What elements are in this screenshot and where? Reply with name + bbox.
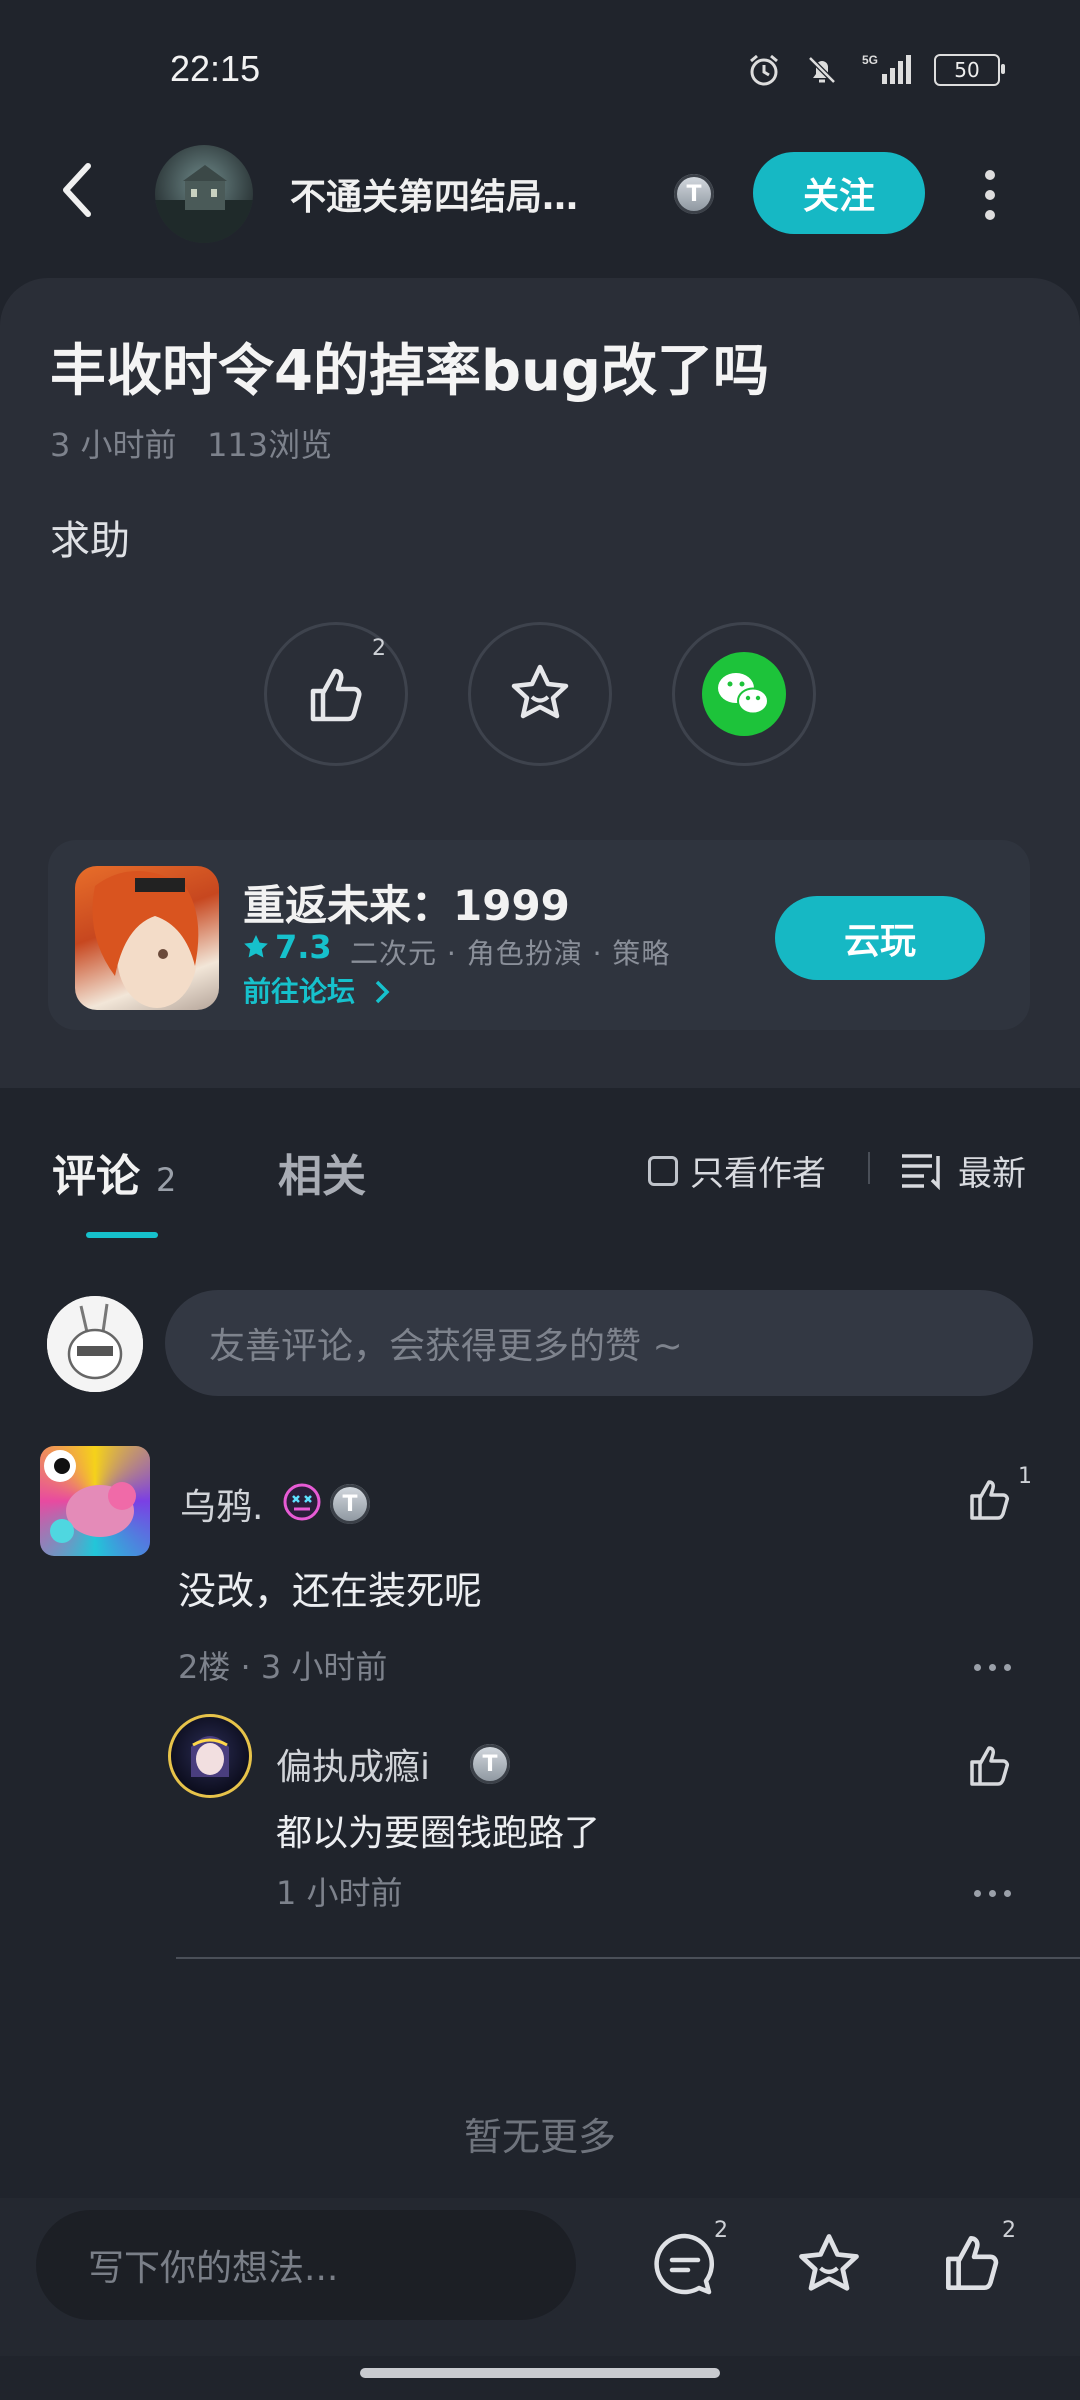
level-badge-icon: T <box>330 1484 370 1524</box>
more-horizontal-icon[interactable] <box>974 1664 1011 1671</box>
game-icon[interactable] <box>75 866 219 1010</box>
alarm-icon <box>750 54 778 86</box>
share-wechat-button[interactable] <box>672 622 816 766</box>
tab-comments[interactable]: 评论 2 <box>52 1140 176 1204</box>
like-post-button[interactable] <box>264 622 408 766</box>
thumbs-up-icon[interactable] <box>966 1740 1016 1790</box>
game-forum-avatar[interactable] <box>155 145 253 243</box>
more-options-icon[interactable] <box>980 170 1000 220</box>
rating-star-icon <box>244 935 268 958</box>
rating-value: 7.3 <box>275 928 332 966</box>
divider <box>176 1957 1080 1959</box>
cloud-play-button[interactable]: 云玩 <box>775 896 985 980</box>
comment-like-count: 1 <box>1018 1464 1032 1489</box>
end-of-list-text: 暂无更多 <box>463 2115 616 2159</box>
wechat-icon <box>702 652 786 736</box>
home-indicator[interactable] <box>360 2368 720 2378</box>
tab-comments-label: 评论 <box>52 1151 140 1202</box>
tab-comments-count: 2 <box>156 1161 177 1199</box>
comment-meta: 2楼 · 3 小时前 <box>178 1648 388 1686</box>
comment-bubble-icon[interactable] <box>650 2230 720 2300</box>
game-tags: 二次元 · 角色扮演 · 策略 <box>350 937 671 970</box>
level-badge-icon: T <box>674 174 714 214</box>
bottom-like-count: 2 <box>1002 2218 1016 2243</box>
reply-text: 都以为要圈钱跑路了 <box>276 1813 601 1854</box>
status-time: 22:15 <box>170 48 261 89</box>
comments-section <box>0 1096 1080 2198</box>
status-icons: 5G 50 <box>746 50 1005 90</box>
tab-related[interactable]: 相关 <box>278 1140 366 1204</box>
emoji-badge-icon <box>283 1483 321 1521</box>
reply-avatar[interactable] <box>168 1714 252 1798</box>
only-author-checkbox[interactable] <box>648 1155 678 1186</box>
svg-text:5G: 5G <box>862 53 878 67</box>
comment-username[interactable]: 乌鸦. <box>180 1478 263 1530</box>
chevron-right-icon <box>375 980 390 1004</box>
forum-title[interactable]: 不通关第四结局… <box>290 168 578 220</box>
comment-text: 没改，还在装死呢 <box>178 1569 483 1613</box>
more-horizontal-icon[interactable] <box>974 1890 1011 1897</box>
follow-button[interactable]: 关注 <box>753 152 925 234</box>
post-meta: 3 小时前 113浏览 <box>50 420 332 466</box>
star-icon <box>511 664 569 719</box>
thumbs-up-icon[interactable] <box>936 2226 1008 2298</box>
sort-label: 最新 <box>958 1154 1026 1194</box>
post-title: 丰收时令4的掉率bug改了吗 <box>50 339 770 404</box>
comment-avatar[interactable] <box>40 1446 150 1556</box>
divider <box>868 1152 870 1184</box>
active-tab-indicator <box>86 1232 158 1238</box>
mute-bell-icon <box>808 56 836 84</box>
signal-icon: 5G <box>862 53 911 84</box>
go-to-forum-link[interactable]: 前往论坛 <box>243 970 393 1010</box>
thumbs-up-icon <box>310 668 362 722</box>
back-arrow-icon[interactable] <box>58 160 98 220</box>
thumbs-up-icon[interactable] <box>966 1474 1016 1524</box>
my-avatar[interactable] <box>47 1296 143 1392</box>
post-like-count: 2 <box>372 636 386 661</box>
reply-meta: 1 小时前 <box>276 1874 403 1912</box>
post-time: 3 小时前 <box>50 426 177 464</box>
level-badge-icon: T <box>470 1744 510 1784</box>
favorite-post-button[interactable] <box>468 622 612 766</box>
post-body: 求助 <box>50 518 130 564</box>
bottom-comment-count: 2 <box>714 2218 728 2243</box>
go-to-forum-label: 前往论坛 <box>243 975 356 1008</box>
battery-icon: 50 <box>934 54 1005 86</box>
only-author-label: 只看作者 <box>690 1154 826 1194</box>
favorite-star-icon[interactable] <box>792 2228 866 2302</box>
post-views: 113浏览 <box>207 426 333 464</box>
comment-input[interactable]: 友善评论，会获得更多的赞 ~ <box>165 1290 1033 1396</box>
reply-username[interactable]: 偏执成瘾i <box>276 1738 430 1790</box>
game-name[interactable]: 重返未来：1999 <box>243 872 570 933</box>
bottom-comment-input[interactable]: 写下你的想法... <box>36 2210 576 2320</box>
sort-toggle[interactable]: 最新 <box>900 1146 1026 1195</box>
only-author-toggle[interactable]: 只看作者 <box>648 1146 826 1195</box>
sort-icon <box>902 1153 940 1190</box>
game-rating: 7.3 <box>243 928 332 966</box>
